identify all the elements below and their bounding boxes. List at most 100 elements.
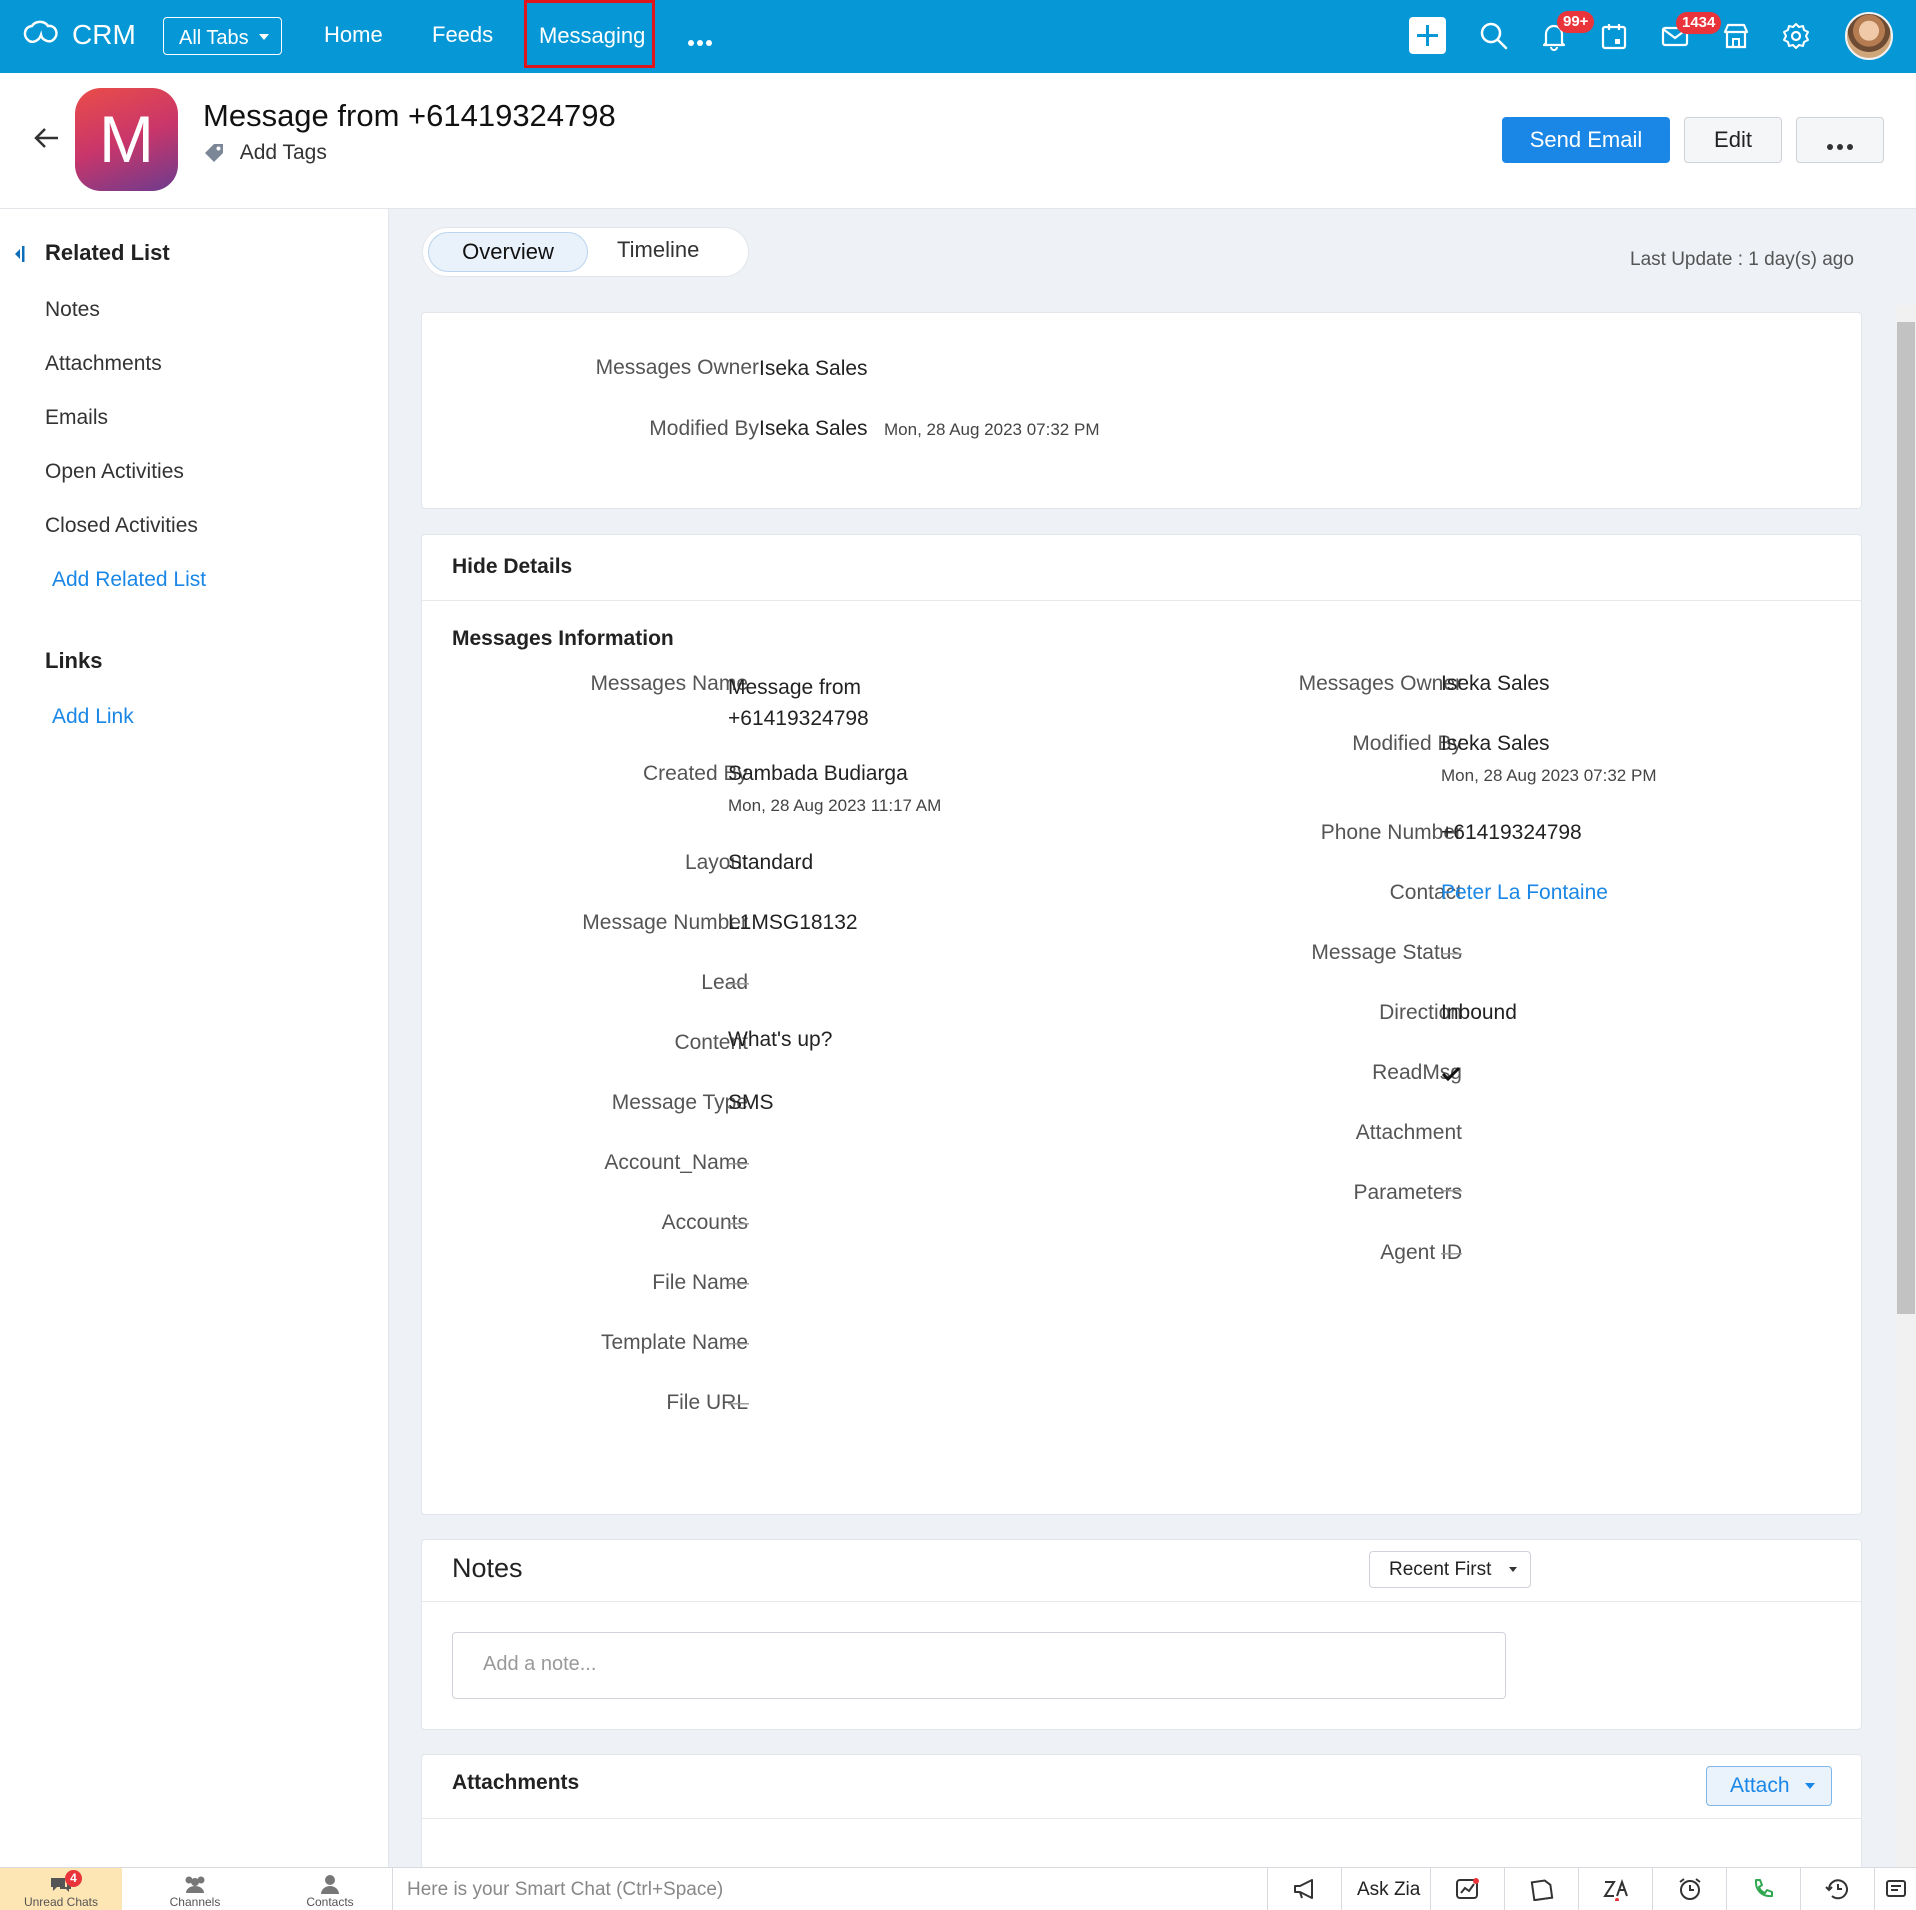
history-icon [1825, 1879, 1848, 1900]
channels-button[interactable]: Channels [122, 1868, 268, 1910]
field-label: Message Number [582, 911, 748, 934]
chat-window-button[interactable] [1875, 1868, 1916, 1910]
details-owner-value[interactable]: Iseka Sales [1441, 672, 1550, 696]
announcement-button[interactable] [1268, 1868, 1342, 1910]
smart-chat-input[interactable]: Here is your Smart Chat (Ctrl+Space) [392, 1868, 1268, 1910]
field-label: Attachment [1355, 1121, 1462, 1144]
notes-tool-button[interactable] [1505, 1868, 1579, 1910]
messages-name-value: Message from +61419324798 [728, 676, 869, 730]
mail-badge: 1434 [1676, 12, 1722, 34]
scrollbar-thumb[interactable] [1897, 322, 1915, 1314]
unread-chats-label: Unread Chats [23, 1895, 99, 1909]
notes-card: Notes Recent First Add a note... [421, 1539, 1862, 1730]
nav-feeds[interactable]: Feeds [432, 22, 493, 48]
tab-overview[interactable]: Overview [428, 232, 588, 272]
add-note-input[interactable]: Add a note... [452, 1632, 1506, 1699]
details-card: Hide Details Messages Information Messag… [421, 534, 1862, 1515]
attach-label: Attach [1730, 1774, 1790, 1797]
file-url-value: — [728, 1391, 749, 1414]
messages-information-title: Messages Information [452, 627, 674, 650]
zia-button[interactable] [1579, 1868, 1653, 1910]
attach-button[interactable]: Attach [1706, 1766, 1832, 1806]
reminder-button[interactable] [1653, 1868, 1727, 1910]
modified-time: Mon, 28 Aug 2023 07:32 PM [884, 420, 1100, 439]
ask-zia-button[interactable]: Ask Zia [1342, 1868, 1431, 1910]
add-related-list-link[interactable]: Add Related List [52, 568, 206, 592]
attachments-card: Attachments Attach [421, 1754, 1862, 1874]
sidebar-item-closed-activities[interactable]: Closed Activities [45, 514, 198, 538]
collapse-sidebar-icon[interactable] [13, 245, 27, 263]
contact-link[interactable]: Peter La Fontaine [1441, 881, 1608, 905]
messages-owner-value[interactable]: Iseka Sales [759, 357, 868, 381]
unread-chats-button[interactable]: Unread Chats 4 [0, 1868, 122, 1910]
search-icon[interactable] [1478, 20, 1510, 52]
add-link-link[interactable]: Add Link [52, 705, 134, 729]
accounts-value: — [728, 1211, 749, 1234]
details-modified-time: Mon, 28 Aug 2023 07:32 PM [1441, 766, 1657, 785]
alarm-clock-icon [1679, 1878, 1701, 1900]
notifications-badge: 99+ [1557, 11, 1595, 33]
chart-icon [1456, 1878, 1479, 1899]
add-tags-button[interactable]: Add Tags [203, 141, 327, 165]
more-tabs-icon[interactable] [688, 33, 715, 51]
unread-chats-badge: 4 [65, 1870, 82, 1887]
history-button[interactable] [1801, 1868, 1875, 1910]
send-email-button[interactable]: Send Email [1502, 117, 1670, 163]
note-icon [1530, 1879, 1554, 1901]
chevron-down-icon [1805, 1783, 1815, 1789]
phone-button[interactable] [1727, 1868, 1801, 1910]
megaphone-icon [1294, 1879, 1313, 1899]
field-label: Account_Name [604, 1151, 748, 1174]
phone-number-value: +61419324798 [1441, 821, 1582, 844]
sidebar-item-notes[interactable]: Notes [45, 298, 100, 322]
back-arrow-icon[interactable] [32, 123, 62, 153]
channels-icon [185, 1876, 205, 1893]
all-tabs-dropdown[interactable]: All Tabs [163, 17, 282, 55]
user-avatar[interactable] [1845, 12, 1893, 60]
hide-details-link[interactable]: Hide Details [452, 555, 572, 579]
analytics-button[interactable] [1431, 1868, 1505, 1910]
gear-icon[interactable] [1780, 20, 1812, 52]
message-type-value: SMS [728, 1091, 774, 1114]
sidebar-item-open-activities[interactable]: Open Activities [45, 460, 184, 484]
zia-icon [1603, 1879, 1628, 1901]
channels-label: Channels [169, 1895, 221, 1909]
add-tags-label: Add Tags [239, 141, 327, 164]
edit-button[interactable]: Edit [1684, 117, 1782, 163]
contacts-icon [321, 1875, 339, 1894]
chevron-down-icon [259, 34, 269, 40]
crm-logo-icon[interactable] [22, 18, 60, 52]
nav-messaging[interactable]: Messaging [524, 0, 655, 68]
bottom-bar: Unread Chats 4 Channels Contacts Here is… [0, 1867, 1916, 1910]
sidebar-item-attachments[interactable]: Attachments [45, 352, 162, 376]
record-header: M Message from +61419324798 Add Tags Sen… [0, 73, 1916, 209]
marketplace-icon[interactable] [1720, 20, 1752, 52]
tab-timeline[interactable]: Timeline [617, 237, 699, 263]
divider [422, 1601, 1861, 1602]
parameters-value: — [1441, 1178, 1462, 1201]
more-actions-button[interactable] [1796, 117, 1884, 163]
content-value: What's up? [728, 1028, 833, 1051]
modified-by-value: Iseka Sales [759, 417, 868, 440]
details-modified-by-value: Iseka Sales [1441, 732, 1550, 755]
nav-home[interactable]: Home [324, 22, 383, 48]
field-label: Modified By [649, 417, 759, 440]
record-title: Message from +61419324798 [203, 98, 616, 133]
quick-create-button[interactable] [1409, 17, 1446, 54]
contacts-button[interactable]: Contacts [268, 1868, 392, 1910]
sidebar-item-emails[interactable]: Emails [45, 406, 108, 430]
lead-value: — [728, 971, 749, 994]
related-list-title: Related List [45, 240, 170, 265]
layout-value: Standard [728, 851, 814, 874]
message-status-value: — [1441, 941, 1462, 964]
top-navigation-bar: CRM All Tabs Home Feeds Messaging 99+ 14… [0, 0, 1916, 73]
agent-id-value: — [1441, 1241, 1462, 1264]
app-name[interactable]: CRM [72, 19, 136, 51]
divider [422, 1818, 1861, 1819]
all-tabs-label: All Tabs [179, 27, 249, 49]
notes-sort-dropdown[interactable]: Recent First [1369, 1551, 1531, 1588]
field-label: Messages Owner [595, 356, 759, 379]
chevron-down-icon [1509, 1567, 1517, 1572]
view-tabs: Overview Timeline [422, 227, 749, 277]
calendar-icon[interactable] [1598, 20, 1630, 52]
